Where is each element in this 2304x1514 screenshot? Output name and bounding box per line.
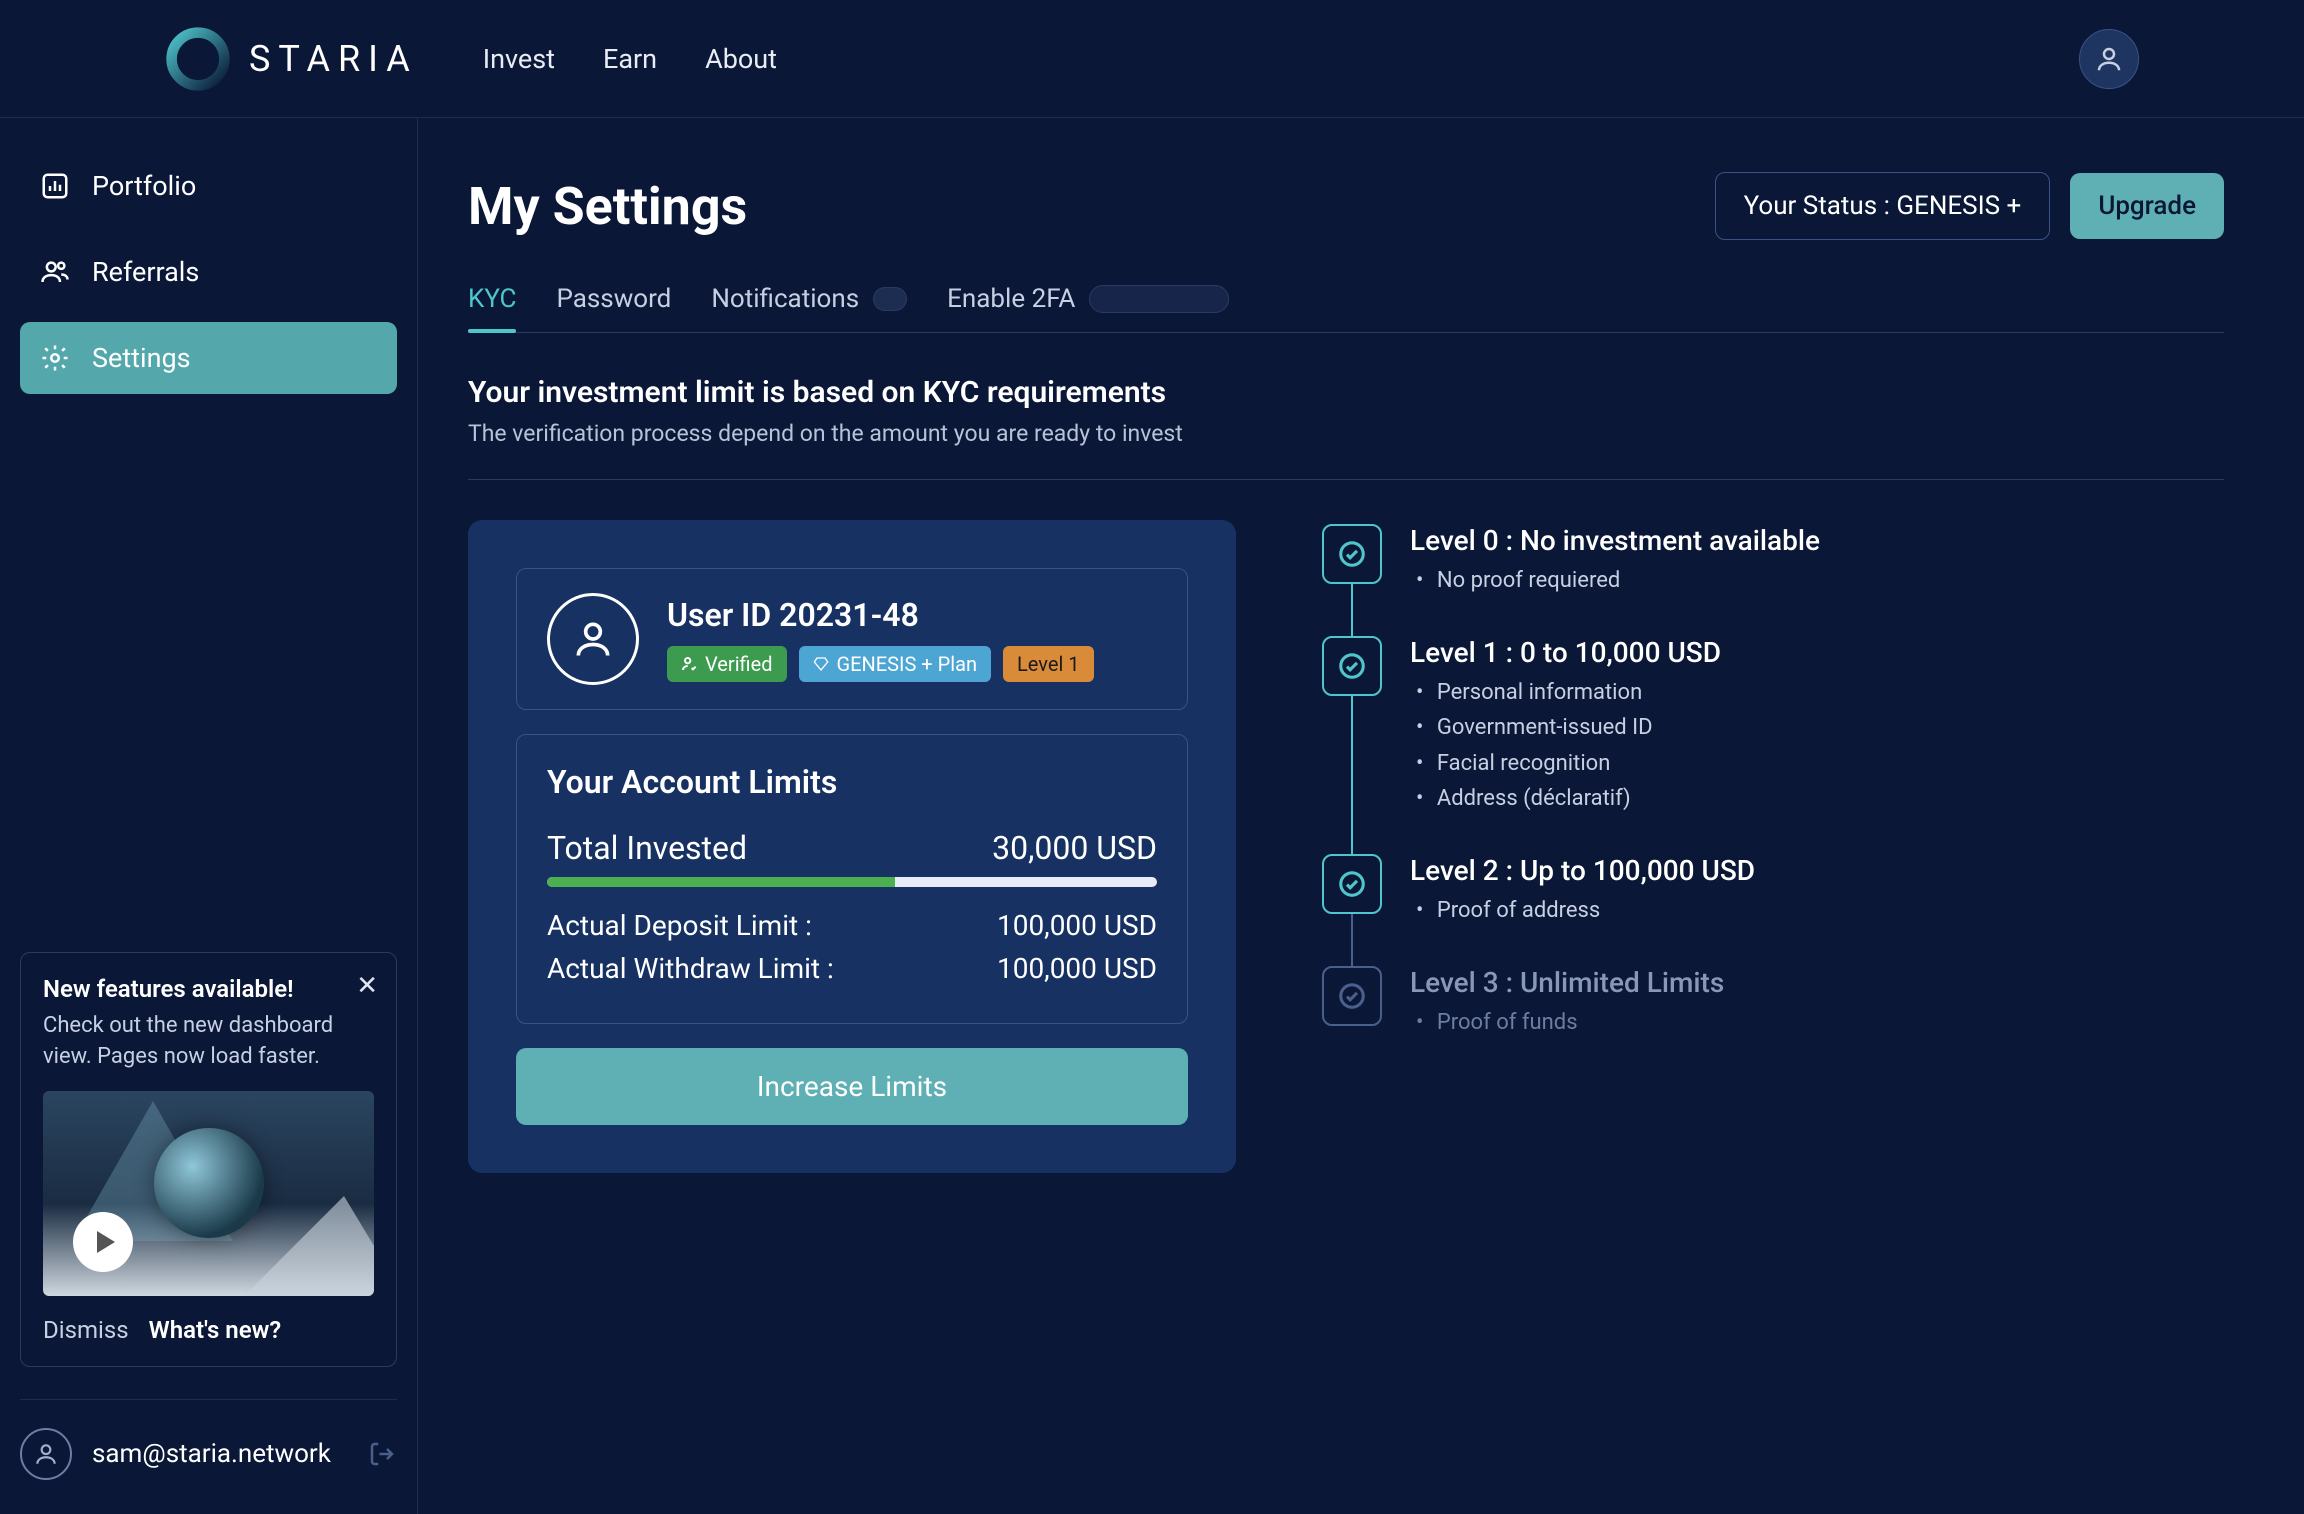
- tab-enable-2fa[interactable]: Enable 2FA: [947, 284, 1229, 332]
- logout-icon[interactable]: [367, 1439, 397, 1469]
- level-requirement: Government-issued ID: [1416, 710, 1721, 745]
- level-requirement: Facial recognition: [1416, 746, 1721, 781]
- features-desc: Check out the new dashboard view. Pages …: [43, 1011, 374, 1073]
- chart-bar-icon: [40, 171, 70, 201]
- limits-title: Your Account Limits: [547, 763, 1157, 801]
- brand-text: STARIA: [249, 38, 418, 80]
- nav-invest[interactable]: Invest: [483, 43, 555, 75]
- user-icon: [2094, 44, 2124, 74]
- account-card: User ID 20231-48 Verified GENESIS + Plan…: [468, 520, 1236, 1173]
- brand[interactable]: STARIA: [165, 26, 418, 92]
- level-requirement: Proof of address: [1416, 893, 1755, 928]
- limits-block: Your Account Limits Total Invested 30,000…: [516, 734, 1188, 1024]
- sidebar-item-label: Referrals: [92, 256, 199, 288]
- check-user-icon: [681, 656, 697, 672]
- level-title: Level 1 : 0 to 10,000 USD: [1410, 636, 1721, 669]
- tab-kyc[interactable]: KYC: [468, 284, 516, 332]
- status-badge: Your Status : GENESIS +: [1715, 172, 2051, 240]
- dismiss-link[interactable]: Dismiss: [43, 1316, 129, 1344]
- plan-badge: GENESIS + Plan: [799, 646, 992, 682]
- kyc-level: Level 3 : Unlimited Limits Proof of fund…: [1322, 966, 2224, 1078]
- level-connector: [1351, 914, 1353, 966]
- check-circle-icon: [1322, 966, 1382, 1026]
- whats-new-link[interactable]: What's new?: [149, 1316, 282, 1344]
- upgrade-button[interactable]: Upgrade: [2070, 173, 2224, 239]
- user-avatar-icon: [20, 1428, 72, 1480]
- check-circle-icon: [1322, 636, 1382, 696]
- new-features-card: ✕ New features available! Check out the …: [20, 952, 397, 1367]
- check-circle-icon: [1322, 524, 1382, 584]
- kyc-heading: Your investment limit is based on KYC re…: [468, 375, 2224, 480]
- logo-icon: [165, 26, 231, 92]
- sidebar-item-label: Portfolio: [92, 170, 196, 202]
- gear-icon: [40, 343, 70, 373]
- check-circle-icon: [1322, 854, 1382, 914]
- sidebar-item-referrals[interactable]: Referrals: [20, 236, 397, 308]
- top-header: STARIA Invest Earn About: [0, 0, 2304, 118]
- kyc-level: Level 1 : 0 to 10,000 USD Personal infor…: [1322, 636, 2224, 854]
- level-requirement: Proof of funds: [1416, 1005, 1724, 1040]
- kyc-levels: Level 0 : No investment available No pro…: [1322, 520, 2224, 1173]
- kyc-subtitle: The verification process depend on the a…: [468, 420, 2224, 447]
- kyc-level: Level 2 : Up to 100,000 USD Proof of add…: [1322, 854, 2224, 966]
- settings-tabs: KYC Password Notifications Enable 2FA: [468, 284, 2224, 333]
- user-block: User ID 20231-48 Verified GENESIS + Plan…: [516, 568, 1188, 710]
- withdraw-limit-value: 100,000 USD: [997, 952, 1157, 985]
- twofa-toggle-pill[interactable]: [1089, 285, 1229, 313]
- nav-about[interactable]: About: [705, 43, 777, 75]
- level-title: Level 2 : Up to 100,000 USD: [1410, 854, 1755, 887]
- sidebar-item-portfolio[interactable]: Portfolio: [20, 150, 397, 222]
- increase-limits-button[interactable]: Increase Limits: [516, 1048, 1188, 1125]
- tab-password[interactable]: Password: [556, 284, 671, 332]
- user-circle-icon: [547, 593, 639, 685]
- sidebar-item-settings[interactable]: Settings: [20, 322, 397, 394]
- nav-earn[interactable]: Earn: [603, 43, 657, 75]
- withdraw-limit-label: Actual Withdraw Limit :: [547, 952, 834, 985]
- diamond-icon: [813, 656, 829, 672]
- users-icon: [40, 257, 70, 287]
- level-title: Level 0 : No investment available: [1410, 524, 1820, 557]
- user-email: sam@staria.network: [92, 1439, 331, 1469]
- deposit-limit-label: Actual Deposit Limit :: [547, 909, 812, 942]
- sidebar-item-label: Settings: [92, 342, 191, 374]
- level-requirement: Address (déclaratif): [1416, 781, 1721, 816]
- features-title: New features available!: [43, 975, 374, 1003]
- level-requirement: Personal information: [1416, 675, 1721, 710]
- sidebar: Portfolio Referrals Settings ✕ New featu…: [0, 118, 418, 1514]
- verified-badge: Verified: [667, 646, 787, 682]
- level-badge: Level 1: [1003, 646, 1093, 682]
- features-thumbnail: [43, 1091, 374, 1296]
- kyc-level: Level 0 : No investment available No pro…: [1322, 524, 2224, 636]
- play-button[interactable]: [73, 1212, 133, 1272]
- close-icon[interactable]: ✕: [356, 971, 378, 1001]
- level-connector: [1351, 584, 1353, 636]
- level-connector: [1351, 696, 1353, 854]
- invested-progress-bar: [547, 877, 1157, 887]
- notifications-count-pill: [873, 287, 907, 311]
- sidebar-footer: sam@staria.network: [20, 1399, 397, 1480]
- kyc-title: Your investment limit is based on KYC re…: [468, 375, 2224, 410]
- total-invested-value: 30,000 USD: [992, 829, 1157, 867]
- profile-avatar-button[interactable]: [2079, 29, 2139, 89]
- user-id: User ID 20231-48: [667, 596, 1094, 634]
- top-nav: Invest Earn About: [483, 43, 777, 75]
- level-title: Level 3 : Unlimited Limits: [1410, 966, 1724, 999]
- page-title: My Settings: [468, 176, 747, 237]
- main-content: My Settings Your Status : GENESIS + Upgr…: [418, 118, 2304, 1514]
- deposit-limit-value: 100,000 USD: [997, 909, 1157, 942]
- tab-notifications[interactable]: Notifications: [711, 284, 907, 332]
- level-requirement: No proof requiered: [1416, 563, 1820, 598]
- total-invested-label: Total Invested: [547, 829, 747, 867]
